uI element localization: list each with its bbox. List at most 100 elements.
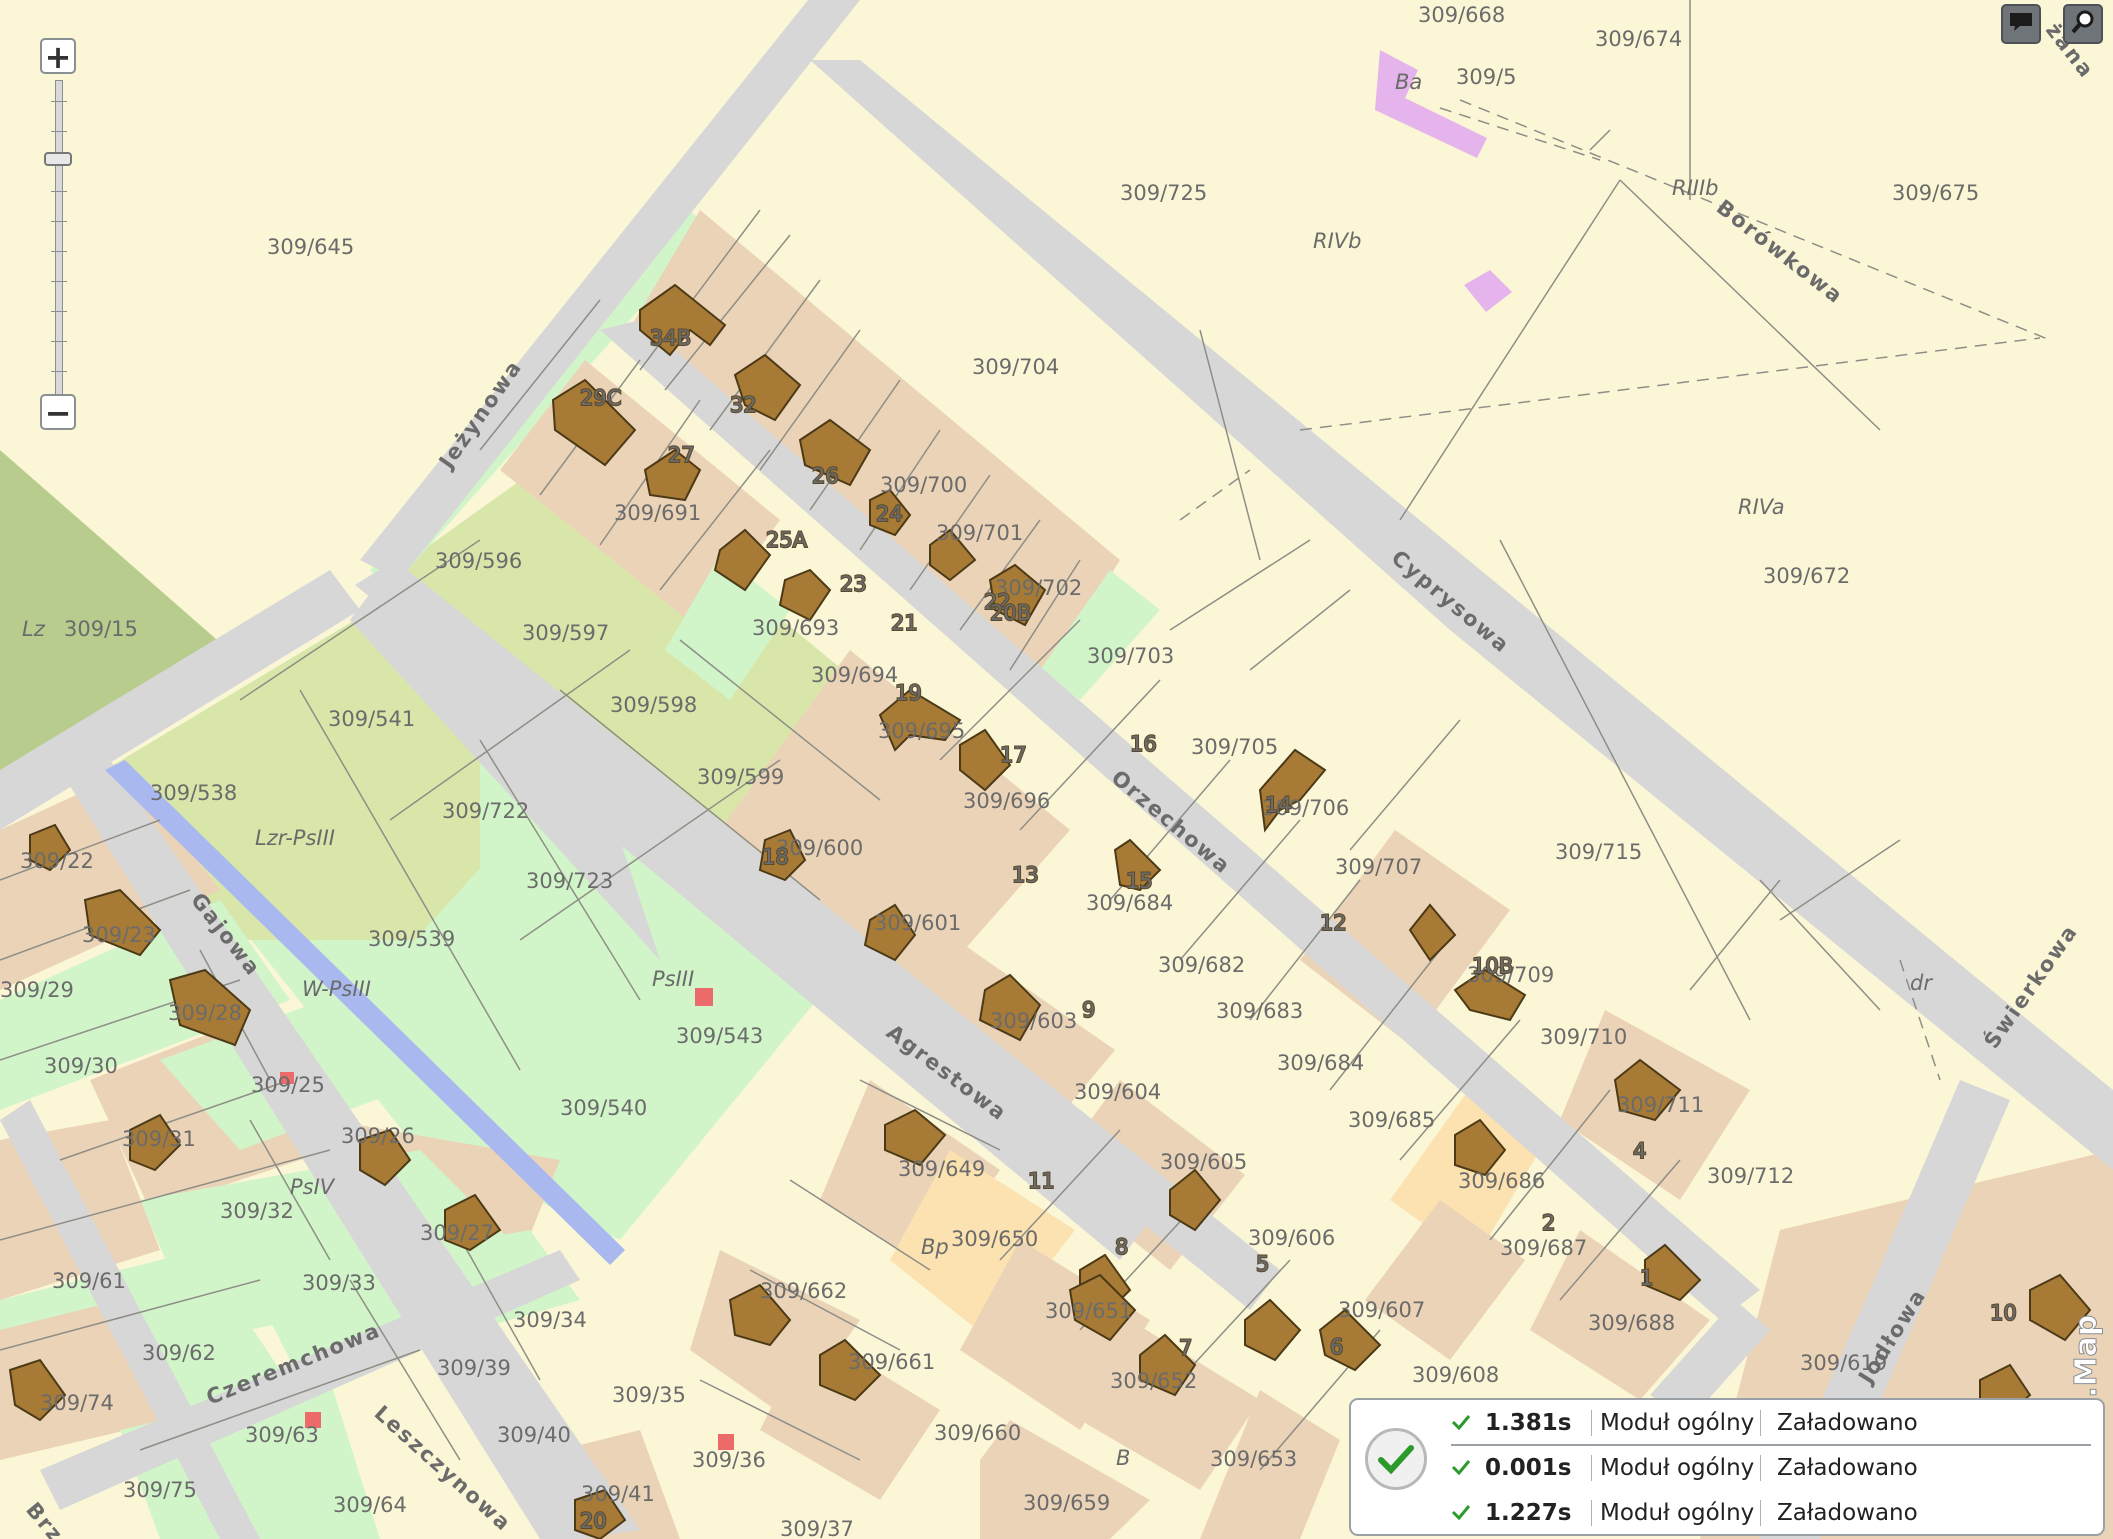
house-number-label: 14 [1265, 793, 1292, 817]
parcel-label: 309/645 [267, 235, 354, 259]
parcel-label: 309/685 [1348, 1108, 1435, 1132]
parcel-label: 309/682 [1158, 953, 1245, 977]
parcel-label: 309/27 [420, 1221, 494, 1245]
parcel-label: 309/543 [676, 1024, 763, 1048]
house-number-label: 24 [876, 502, 903, 526]
house-number-label: 25A [766, 528, 808, 552]
house-number-label: 1 [1640, 1266, 1653, 1290]
zoom-out-button[interactable]: − [40, 394, 76, 430]
status-row: 1.381s Moduł ogólny Załadowano [1451, 1403, 2091, 1443]
parcel-label: 309/710 [1540, 1025, 1627, 1049]
svg-text:i.Map: i.Map [2070, 1315, 2104, 1408]
parcel-label: 309/662 [760, 1279, 847, 1303]
parcel-label: 309/668 [1418, 3, 1505, 27]
house-number-label: 12 [1320, 911, 1347, 935]
parcel-label: 309/538 [150, 781, 237, 805]
speech-bubble-icon [2008, 11, 2034, 37]
parcel-label: 309/683 [1216, 999, 1303, 1023]
check-circle-icon [1365, 1428, 1427, 1490]
parcel-label: 309/649 [898, 1157, 985, 1181]
parcel-label: 309/61 [52, 1269, 126, 1293]
parcel-label: 309/688 [1588, 1311, 1675, 1335]
parcel-label: 309/41 [581, 1482, 655, 1506]
land-use-label: PsIV [290, 1175, 336, 1199]
house-number-label: 6 [1330, 1335, 1343, 1359]
parcel-label: 309/694 [811, 663, 898, 687]
check-icon [1451, 1410, 1485, 1436]
parcel-label: 309/703 [1087, 644, 1174, 668]
parcel-label: 309/74 [40, 1391, 114, 1415]
status-row: 0.001s Moduł ogólny Załadowano [1451, 1448, 2091, 1488]
parcel-label: 309/661 [848, 1350, 935, 1374]
house-number-label: 34B [650, 326, 691, 350]
parcel-label: 309/75 [123, 1478, 197, 1502]
parcel-label: 309/31 [122, 1127, 196, 1151]
parcel-label: 309/596 [435, 549, 522, 573]
house-number-label: 26 [812, 464, 839, 488]
zoom-slider[interactable] [51, 80, 67, 398]
parcel-label: 309/26 [341, 1124, 415, 1148]
land-use-label: dr [1910, 971, 1933, 995]
house-number-label: 17 [1000, 743, 1027, 767]
land-use-label: RIIIb [1672, 176, 1719, 200]
comment-button[interactable] [2001, 4, 2041, 44]
parcel-label: 309/33 [302, 1271, 376, 1295]
parcel-label: 309/40 [497, 1423, 571, 1447]
parcel-label: 309/675 [1892, 181, 1979, 205]
cadastral-map[interactable]: JeżynowaCyprysowaBorówkowaOrzechowaAgres… [0, 0, 2113, 1539]
land-use-label: W-PsIII [302, 977, 371, 1001]
zoom-slider-handle[interactable] [44, 152, 72, 166]
parcel-label: 309/696 [963, 789, 1050, 813]
house-number-label: 2 [1542, 1211, 1555, 1235]
house-number-label: 10B [1472, 954, 1513, 978]
house-number-label: 18 [762, 845, 789, 869]
parcel-label: 309/28 [168, 1001, 242, 1025]
parcel-label: 309/39 [437, 1356, 511, 1380]
parcel-label: 309/723 [526, 869, 613, 893]
parcel-label: 309/684 [1086, 891, 1173, 915]
parcel-label: 309/25 [251, 1073, 325, 1097]
parcel-label: 309/5 [1456, 65, 1517, 89]
parcel-label: 309/659 [1023, 1491, 1110, 1515]
house-number-label: 19 [895, 681, 922, 705]
parcel-label: 309/722 [442, 799, 529, 823]
parcel-label: 309/653 [1210, 1447, 1297, 1471]
parcel-label: 309/62 [142, 1341, 216, 1365]
parcel-label: 309/64 [333, 1493, 407, 1517]
parcel-label: 309/715 [1555, 840, 1642, 864]
parcel-label: 309/598 [610, 693, 697, 717]
check-icon [1451, 1500, 1485, 1526]
zoom-in-button[interactable]: + [40, 38, 76, 74]
status-row: 1.227s Moduł ogólny Załadowano [1451, 1493, 2091, 1533]
house-number-label: 29C [580, 386, 621, 410]
house-number-label: 23 [840, 572, 867, 596]
search-button[interactable] [2063, 4, 2103, 44]
house-number-label: 4 [1633, 1139, 1646, 1163]
parcel-label: 309/701 [936, 521, 1023, 545]
parcel-label: 309/672 [1763, 564, 1850, 588]
magnifier-icon [2070, 9, 2096, 39]
parcel-label: 309/540 [560, 1096, 647, 1120]
house-number-label: 13 [1012, 863, 1039, 887]
parcel-label: 309/32 [220, 1199, 294, 1223]
house-number-label: 16 [1130, 732, 1157, 756]
imap-logo: i.Map [2069, 1300, 2106, 1410]
land-use-label: Lzr-PsIII [255, 826, 335, 850]
parcel-label: 309/608 [1412, 1363, 1499, 1387]
parcel-label: 309/711 [1617, 1093, 1704, 1117]
house-number-label: 20 [580, 1509, 607, 1533]
parcel-label: 309/691 [614, 501, 701, 525]
parcel-label: 309/687 [1500, 1236, 1587, 1260]
house-number-label: 10 [1990, 1301, 2017, 1325]
house-number-label: 11 [1028, 1169, 1055, 1193]
parcel-label: 309/601 [874, 911, 961, 935]
house-number-label: 32 [730, 393, 757, 417]
parcel-label: 309/36 [692, 1448, 766, 1472]
land-use-label: RIVb [1313, 229, 1361, 253]
parcel-label: 309/651 [1045, 1299, 1132, 1323]
parcel-label: 309/63 [245, 1423, 319, 1447]
parcel-label: 309/707 [1335, 855, 1422, 879]
parcel-label: 309/650 [951, 1227, 1038, 1251]
parcel-label: 309/541 [328, 707, 415, 731]
parcel-label: 309/604 [1074, 1080, 1161, 1104]
